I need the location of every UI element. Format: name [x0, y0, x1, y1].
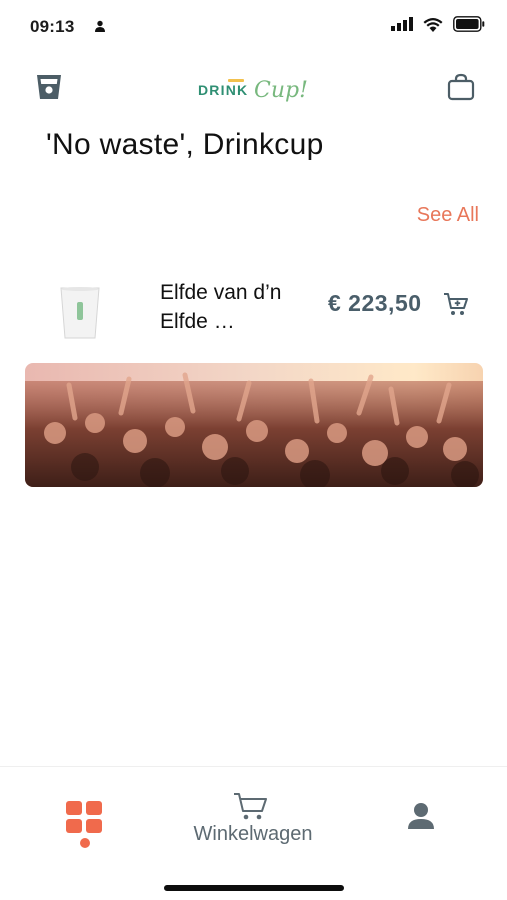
cellular-signal-icon	[391, 17, 413, 31]
svg-text:DRINK: DRINK	[198, 82, 248, 98]
active-indicator-dot	[80, 838, 90, 848]
svg-text:Cup!: Cup!	[254, 78, 308, 103]
person-icon	[95, 20, 105, 32]
battery-icon	[453, 16, 485, 32]
status-time: 09:13	[30, 17, 75, 36]
product-image	[60, 287, 100, 339]
profile-icon[interactable]	[406, 801, 436, 831]
cup-icon[interactable]	[35, 73, 63, 101]
status-bar: 09:13	[0, 0, 507, 54]
add-to-cart-icon[interactable]	[443, 291, 469, 317]
drinkcup-logo: DRINK Cup!	[196, 70, 316, 106]
product-price: € 223,50	[328, 290, 422, 316]
cart-icon[interactable]	[233, 791, 269, 821]
shopping-bag-icon[interactable]	[446, 72, 476, 102]
status-indicators	[391, 16, 485, 32]
nav-cart-label[interactable]: Winkelwagen	[176, 823, 330, 846]
wifi-icon	[423, 17, 443, 32]
see-all-link[interactable]: See All	[417, 204, 479, 227]
product-name: Elfde van d’n Elfde …	[160, 281, 282, 333]
home-indicator[interactable]	[164, 885, 344, 891]
app-header: DRINK Cup!	[0, 64, 507, 114]
bottom-navigation: Winkelwagen	[0, 766, 507, 900]
product-card[interactable]: Elfde van d’n Elfde … € 223,50	[24, 270, 484, 346]
page-title: 'No waste', Drinkcup	[46, 128, 324, 161]
festival-banner[interactable]	[25, 363, 483, 487]
dashboard-grid-icon[interactable]	[66, 801, 102, 835]
